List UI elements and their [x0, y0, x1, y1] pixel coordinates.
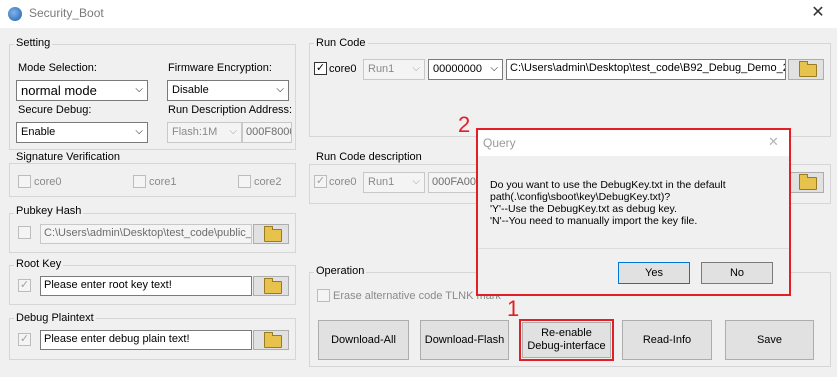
- step1-number: 1: [507, 296, 520, 321]
- close-icon[interactable]: ✕: [768, 134, 779, 150]
- run-code-desc-group-label: Run Code description: [314, 151, 424, 163]
- mode-selection-label: Mode Selection:: [18, 62, 97, 74]
- query-dialog: Query ✕ Do you want to use the DebugKey.…: [476, 128, 791, 296]
- root-key-browse-button[interactable]: [253, 276, 289, 296]
- query-dialog-message: Do you want to use the DebugKey.txt in t…: [490, 179, 785, 227]
- secure-debug-label: Secure Debug:: [18, 104, 92, 116]
- save-button[interactable]: Save: [725, 320, 814, 360]
- run-code-browse-button[interactable]: [788, 59, 824, 80]
- query-dialog-title: Query: [483, 136, 516, 150]
- query-message-line3: 'Y'--Use the DebugKey.txt as debug key.: [490, 203, 677, 215]
- run-code-desc-address-input[interactable]: 000FA00: [428, 172, 483, 193]
- query-dialog-titlebar: Query ✕: [478, 130, 789, 156]
- mode-selection-value: normal mode: [21, 83, 97, 98]
- run-code-desc-core0-label: core0: [329, 176, 357, 188]
- step2-number: 2: [458, 112, 471, 137]
- debug-plaintext-input[interactable]: Please enter debug plain text!: [40, 330, 252, 350]
- core2-signature-label: core2: [254, 176, 282, 188]
- run-code-run-value: Run1: [368, 63, 395, 75]
- chevron-down-icon: ⌵: [135, 126, 143, 137]
- query-message-line1: Do you want to use the DebugKey.txt in t…: [490, 179, 726, 191]
- pubkey-checkbox[interactable]: [18, 226, 31, 239]
- debug-plaintext-group-label: Debug Plaintext: [14, 312, 96, 324]
- pubkey-browse-button[interactable]: [253, 224, 289, 244]
- download-all-button[interactable]: Download-All: [318, 320, 409, 360]
- run-code-core0-checkbox[interactable]: ✓: [314, 62, 327, 75]
- erase-tlnk-checkbox[interactable]: [317, 289, 330, 302]
- chevron-down-icon: ⌵: [412, 63, 420, 74]
- setting-group-label: Setting: [14, 37, 53, 49]
- app-icon: [8, 7, 22, 21]
- core0-signature-checkbox[interactable]: [18, 175, 31, 188]
- pubkey-group-label: Pubkey Hash: [14, 205, 84, 217]
- run-code-address-value: 00000000: [433, 63, 482, 75]
- folder-icon: [264, 332, 282, 348]
- run-description-address-label: Run Description Address:: [168, 104, 293, 116]
- run-code-core0-label: core0: [329, 63, 357, 75]
- run-code-desc-core0-checkbox[interactable]: ✓: [314, 175, 327, 188]
- no-button[interactable]: No: [701, 262, 773, 284]
- yes-button[interactable]: Yes: [618, 262, 690, 284]
- core1-signature-label: core1: [149, 176, 177, 188]
- query-message-line2: path(.\config\sboot\key\DebugKey.txt)?: [490, 191, 671, 203]
- firmware-encryption-label: Firmware Encryption:: [168, 62, 272, 74]
- operation-group-label: Operation: [314, 265, 367, 277]
- folder-icon: [264, 226, 282, 242]
- signature-group-label: Signature Verification: [14, 151, 122, 163]
- root-key-checkbox[interactable]: ✓: [18, 279, 31, 292]
- pubkey-path-input[interactable]: C:\Users\admin\Desktop\test_code\public_: [40, 224, 252, 244]
- query-dialog-divider: [478, 248, 789, 249]
- root-key-group-label: Root Key: [14, 258, 64, 270]
- firmware-encryption-dropdown[interactable]: Disable ⌵: [167, 80, 289, 101]
- folder-icon: [799, 61, 817, 77]
- read-info-button[interactable]: Read-Info: [622, 320, 712, 360]
- folder-icon: [264, 278, 282, 294]
- debug-plaintext-checkbox[interactable]: ✓: [18, 333, 31, 346]
- debug-plaintext-browse-button[interactable]: [253, 330, 289, 350]
- chevron-down-icon: ⌵: [135, 84, 143, 95]
- run-code-address-dropdown[interactable]: 00000000 ⌵: [428, 59, 503, 80]
- close-icon[interactable]: ✕: [806, 3, 830, 23]
- run-code-run-dropdown[interactable]: Run1 ⌵: [363, 59, 425, 80]
- folder-icon: [799, 174, 817, 190]
- run-code-desc-run-value: Run1: [368, 176, 395, 188]
- core2-signature-checkbox[interactable]: [238, 175, 251, 188]
- run-description-address-input[interactable]: 000F8000: [242, 122, 292, 143]
- firmware-encryption-value: Disable: [172, 84, 209, 96]
- flash-size-value: Flash:1M: [172, 126, 218, 138]
- secure-debug-value: Enable: [21, 126, 56, 138]
- download-flash-button[interactable]: Download-Flash: [420, 320, 509, 360]
- chevron-down-icon: ⌵: [276, 84, 284, 95]
- run-code-path-input[interactable]: C:\Users\admin\Desktop\test_code\B92_Deb…: [506, 59, 786, 80]
- core1-signature-checkbox[interactable]: [133, 175, 146, 188]
- run-code-group: [309, 43, 831, 137]
- root-key-input[interactable]: Please enter root key text!: [40, 276, 252, 296]
- core0-signature-label: core0: [34, 176, 62, 188]
- step1-highlight-box: [519, 319, 614, 361]
- flash-size-dropdown[interactable]: Flash:1M ⌵: [167, 122, 242, 143]
- query-message-line4: 'N'--You need to manually import the key…: [490, 215, 698, 227]
- chevron-down-icon: ⌵: [412, 176, 420, 187]
- run-code-desc-browse-button[interactable]: [788, 172, 824, 193]
- title-bar: Security_Boot ✕: [0, 0, 837, 28]
- run-code-desc-run-dropdown[interactable]: Run1 ⌵: [363, 172, 425, 193]
- chevron-down-icon: ⌵: [490, 63, 498, 74]
- run-code-group-label: Run Code: [314, 37, 368, 49]
- mode-selection-dropdown[interactable]: normal mode ⌵: [16, 80, 148, 101]
- chevron-down-icon: ⌵: [229, 126, 237, 137]
- secure-debug-dropdown[interactable]: Enable ⌵: [16, 122, 148, 143]
- window-title: Security_Boot: [29, 6, 104, 20]
